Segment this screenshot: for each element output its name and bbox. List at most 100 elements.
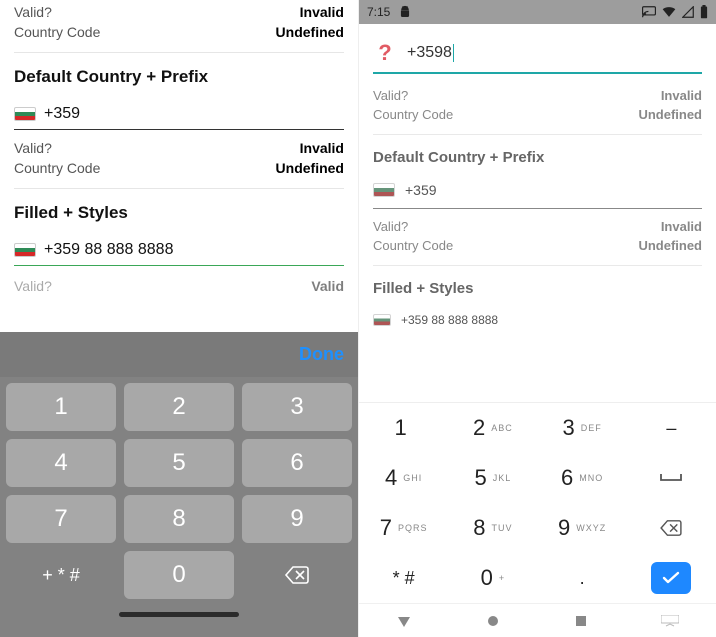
phone-input-filled[interactable]: +359 88 888 8888 [373,311,702,333]
key-4[interactable]: 4GHI [359,453,448,503]
nav-home[interactable] [486,614,500,628]
status-time: 7:15 [367,5,390,19]
phone-input-default[interactable]: +359 [14,101,344,130]
valid-label: Valid? [14,140,52,156]
key-2[interactable]: 2 [124,383,234,431]
valid-label: Valid? [373,219,408,234]
key-1[interactable]: 1 [6,383,116,431]
text-caret [453,44,454,62]
keyboard-toolbar: Done [0,332,358,377]
key-0[interactable]: 0+ [448,553,537,603]
key-9[interactable]: 9WXYZ [538,503,627,553]
android-keyboard: 1 2ABC 3DEF – 4GHI 5JKL 6MNO 7PQRS 8TUV … [359,402,716,637]
cc-label: Country Code [14,160,100,176]
flag-icon[interactable] [373,314,391,326]
ios-keyboard: Done 1 2 3 4 5 6 7 8 9 [0,332,358,637]
cc-value: Undefined [638,107,702,122]
divider [373,265,702,266]
android-icon [398,5,412,19]
key-2[interactable]: 2ABC [448,403,537,453]
divider [14,188,344,189]
phone-value: +359 [405,182,437,198]
android-nav-bar [359,603,716,637]
key-6[interactable]: 6 [242,439,352,487]
ios-screenshot: Valid? Invalid Country Code Undefined De… [0,0,358,637]
key-submit[interactable] [627,553,716,603]
key-backspace[interactable] [627,503,716,553]
space-icon [659,472,683,484]
flag-icon[interactable] [14,107,36,121]
home-indicator [6,599,352,629]
country-code-row: Country Code Undefined [373,236,702,255]
nav-keyboard[interactable] [661,615,679,627]
section-title-filled: Filled + Styles [373,280,702,297]
key-3[interactable]: 3 [242,383,352,431]
cc-label: Country Code [14,24,100,40]
key-5[interactable]: 5 [124,439,234,487]
done-button[interactable]: Done [299,344,344,365]
valid-row: Valid? Invalid [373,86,702,105]
key-dash[interactable]: – [627,403,716,453]
key-4[interactable]: 4 [6,439,116,487]
phone-input-filled[interactable]: +359 88 888 8888 [14,237,344,266]
section-title-default: Default Country + Prefix [14,67,344,87]
phone-input-default[interactable]: +359 [373,180,702,204]
status-bar: 7:15 [359,0,716,24]
key-1[interactable]: 1 [359,403,448,453]
valid-value: Invalid [300,140,344,156]
unknown-flag-icon: ? [373,40,397,66]
phone-value: +359 88 888 8888 [44,241,173,259]
flag-icon[interactable] [373,183,395,197]
cc-label: Country Code [373,107,453,122]
key-space[interactable] [627,453,716,503]
key-3[interactable]: 3DEF [538,403,627,453]
android-screenshot: 7:15 ? +3598 Valid? Invalid [358,0,716,637]
key-7[interactable]: 7 [6,495,116,543]
phone-value: +359 88 888 8888 [401,313,498,327]
key-7[interactable]: 7PQRS [359,503,448,553]
valid-row: Valid? Invalid [373,217,702,236]
valid-label: Valid? [14,278,52,294]
key-9[interactable]: 9 [242,495,352,543]
nav-recent[interactable] [575,615,587,627]
valid-label: Valid? [373,88,408,103]
cc-label: Country Code [373,238,453,253]
phone-input-main[interactable]: ? +3598 [373,38,702,74]
backspace-icon [284,565,310,585]
valid-value: Valid [311,278,344,294]
battery-icon [700,5,708,19]
cast-icon [642,6,656,18]
cc-value: Undefined [638,238,702,253]
flag-icon[interactable] [14,243,36,257]
key-dot[interactable]: . [538,553,627,603]
signal-icon [682,6,694,18]
section-title-default: Default Country + Prefix [373,149,702,166]
country-code-row: Country Code Undefined [373,105,702,124]
cc-value: Undefined [276,160,344,176]
key-8[interactable]: 8 [124,495,234,543]
nav-back[interactable] [396,613,412,629]
key-0[interactable]: 0 [124,551,234,599]
key-symbols[interactable]: + * # [6,551,116,599]
valid-row: Valid? Invalid [14,2,344,22]
valid-label: Valid? [14,4,52,20]
key-backspace[interactable] [242,551,352,599]
divider [373,134,702,135]
check-icon [662,571,680,585]
key-5[interactable]: 5JKL [448,453,537,503]
backspace-icon [659,519,683,537]
valid-row: Valid? Invalid [14,138,344,158]
key-symbols[interactable]: * # [359,553,448,603]
valid-value: Invalid [661,88,702,103]
phone-value: +359 [44,105,80,123]
divider [14,52,344,53]
phone-value: +3598 [407,44,452,62]
cc-value: Undefined [276,24,344,40]
key-8[interactable]: 8TUV [448,503,537,553]
country-code-row: Country Code Undefined [14,22,344,42]
section-title-filled: Filled + Styles [14,203,344,223]
valid-value: Invalid [300,4,344,20]
valid-row: Valid? Valid [14,276,344,296]
wifi-icon [662,6,676,18]
key-6[interactable]: 6MNO [538,453,627,503]
